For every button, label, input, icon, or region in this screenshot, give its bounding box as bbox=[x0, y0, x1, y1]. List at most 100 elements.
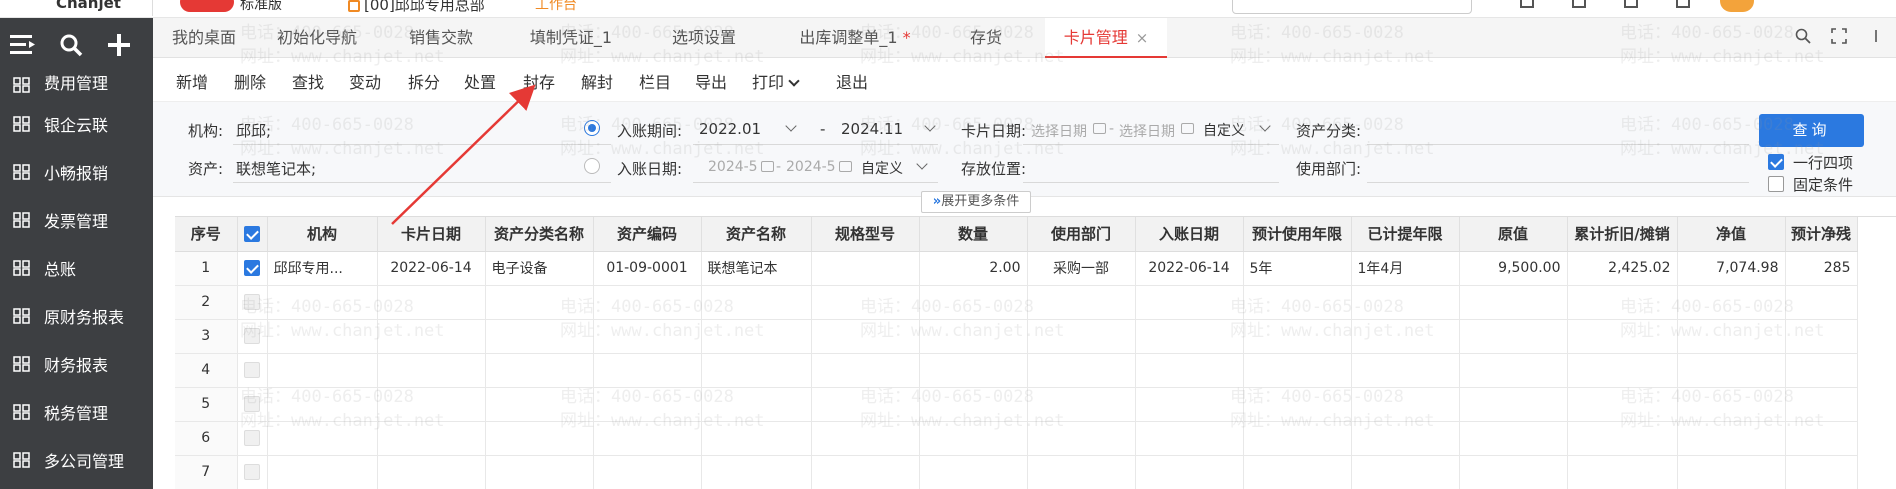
unseal-button[interactable]: 解封 bbox=[581, 69, 613, 93]
column-header[interactable]: 累计折旧/摊销 bbox=[1567, 217, 1678, 252]
row-select-cell[interactable] bbox=[237, 353, 268, 388]
search-icon[interactable] bbox=[1793, 28, 1813, 48]
table-row[interactable]: 5 bbox=[175, 387, 1858, 422]
search-icon[interactable] bbox=[56, 30, 86, 60]
row-select-cell[interactable] bbox=[237, 285, 268, 320]
column-header[interactable]: 净值 bbox=[1677, 217, 1786, 252]
column-header[interactable]: 预计使用年限 bbox=[1243, 217, 1352, 252]
tab-sales-payment[interactable]: 销售交款 bbox=[379, 18, 503, 58]
column-header[interactable]: 资产名称 bbox=[701, 217, 812, 252]
new-button[interactable]: 新增 bbox=[176, 69, 208, 93]
table-row[interactable]: 2 bbox=[175, 285, 1858, 320]
column-header[interactable]: 已计提年限 bbox=[1351, 217, 1460, 252]
settings-icon[interactable] bbox=[1624, 0, 1638, 8]
table-row[interactable]: 7 bbox=[175, 455, 1858, 489]
change-button[interactable]: 变动 bbox=[349, 69, 381, 93]
row-checkbox[interactable] bbox=[244, 396, 260, 412]
select-all-checkbox[interactable] bbox=[244, 226, 260, 243]
tab-options[interactable]: 选项设置 bbox=[639, 18, 769, 58]
query-button[interactable]: 查询 bbox=[1759, 114, 1864, 147]
category-field[interactable] bbox=[1367, 144, 1749, 145]
one-row-four-checkbox[interactable] bbox=[1768, 154, 1784, 170]
column-header[interactable]: 资产编码 bbox=[593, 217, 702, 252]
row-checkbox[interactable] bbox=[244, 294, 260, 310]
seal-button[interactable]: 封存 bbox=[523, 69, 555, 93]
avatar[interactable] bbox=[1720, 0, 1754, 12]
row-checkbox[interactable] bbox=[244, 464, 260, 480]
row-checkbox[interactable] bbox=[244, 430, 260, 446]
row-select-cell[interactable] bbox=[237, 421, 268, 456]
row-checkbox[interactable] bbox=[244, 362, 260, 378]
fixed-conditions-checkbox[interactable] bbox=[1768, 176, 1784, 192]
split-button[interactable]: 拆分 bbox=[408, 69, 440, 93]
column-header[interactable]: 预计净残 bbox=[1785, 217, 1858, 252]
period-from-select[interactable]: 2022.01 bbox=[699, 120, 761, 138]
row-select-cell[interactable] bbox=[237, 455, 268, 489]
row-select-cell[interactable] bbox=[237, 387, 268, 422]
asset-field[interactable]: 联想笔记本; bbox=[236, 158, 316, 179]
tab-init-nav[interactable]: 初始化导航 bbox=[255, 18, 379, 58]
columns-button[interactable]: 栏目 bbox=[639, 69, 671, 93]
column-header[interactable]: 原值 bbox=[1459, 217, 1568, 252]
org-field[interactable]: 邱邱; bbox=[236, 120, 271, 141]
card-date-to-input[interactable]: 选择日期 bbox=[1119, 121, 1175, 141]
exit-button[interactable]: 退出 bbox=[836, 69, 868, 93]
sidebar-item[interactable]: 多公司管理 bbox=[0, 436, 153, 484]
sidebar-item[interactable]: 总账 bbox=[0, 244, 153, 292]
entry-date-radio[interactable] bbox=[584, 158, 600, 174]
card-date-mode-select[interactable]: 自定义 bbox=[1203, 120, 1245, 140]
column-header[interactable]: 卡片日期 bbox=[377, 217, 486, 252]
close-icon[interactable]: × bbox=[1136, 29, 1149, 47]
table-row[interactable]: 3 bbox=[175, 319, 1858, 354]
sidebar-item[interactable]: 原财务报表 bbox=[0, 292, 153, 340]
row-checkbox[interactable] bbox=[244, 328, 260, 344]
tab-inventory[interactable]: 存货 bbox=[941, 18, 1031, 58]
column-header[interactable]: 规格型号 bbox=[811, 217, 920, 252]
sidebar-item[interactable]: 发票管理 bbox=[0, 196, 153, 244]
sidebar-item[interactable]: 费用管理 bbox=[0, 66, 153, 100]
workbench-link[interactable]: 工作台 bbox=[535, 0, 577, 14]
column-header[interactable] bbox=[237, 217, 268, 252]
tab-voucher[interactable]: 填制凭证_1 bbox=[503, 18, 639, 58]
tab-outbound-adjust[interactable]: 出库调整单_1 * bbox=[769, 18, 941, 58]
expand-conditions-button[interactable]: »展开更多条件 bbox=[921, 191, 1031, 213]
print-button[interactable]: 打印 bbox=[752, 69, 800, 93]
column-header[interactable]: 序号 bbox=[175, 217, 238, 252]
delete-button[interactable]: 删除 bbox=[234, 69, 266, 93]
column-header[interactable]: 使用部门 bbox=[1027, 217, 1136, 252]
column-header[interactable]: 机构 bbox=[267, 217, 378, 252]
row-select-cell[interactable] bbox=[237, 319, 268, 354]
table-row[interactable]: 6 bbox=[175, 421, 1858, 456]
calendar-icon[interactable] bbox=[1093, 123, 1106, 134]
calendar-icon[interactable] bbox=[1181, 123, 1194, 134]
column-header[interactable]: 入账日期 bbox=[1135, 217, 1244, 252]
export-button[interactable]: 导出 bbox=[695, 69, 727, 93]
user-icon[interactable] bbox=[1520, 0, 1534, 8]
more-icon[interactable] bbox=[1869, 28, 1889, 48]
location-field[interactable] bbox=[1023, 182, 1279, 183]
table-row[interactable]: 1 邱邱专用... 2022-06-14 电子设备 01-09-0001 联想笔记本 2.0… bbox=[175, 251, 1858, 286]
account-selector[interactable]: [00]邱邱专用总部 bbox=[348, 0, 485, 15]
column-header[interactable]: 资产分类名称 bbox=[485, 217, 594, 252]
fullscreen-icon[interactable] bbox=[1829, 28, 1849, 48]
tab-desktop[interactable]: 我的桌面 bbox=[153, 18, 255, 58]
sidebar-item[interactable]: 财务报表 bbox=[0, 340, 153, 388]
row-select-cell[interactable] bbox=[237, 251, 268, 286]
dept-field[interactable] bbox=[1367, 182, 1749, 183]
global-search-input[interactable] bbox=[1232, 0, 1472, 14]
help-icon[interactable] bbox=[1676, 0, 1690, 8]
message-icon[interactable] bbox=[1572, 0, 1586, 8]
sidebar-item[interactable]: 小畅报销 bbox=[0, 148, 153, 196]
period-radio[interactable] bbox=[584, 120, 600, 136]
add-icon[interactable] bbox=[104, 30, 134, 60]
column-header[interactable]: 数量 bbox=[919, 217, 1028, 252]
tab-card-management[interactable]: 卡片管理 × bbox=[1045, 18, 1167, 58]
card-date-from-input[interactable]: 选择日期 bbox=[1031, 121, 1087, 141]
period-to-select[interactable]: 2024.11 bbox=[841, 120, 903, 138]
row-checkbox[interactable] bbox=[244, 260, 260, 276]
sidebar-item[interactable]: 银企云联 bbox=[0, 100, 153, 148]
table-row[interactable]: 4 bbox=[175, 353, 1858, 388]
find-button[interactable]: 查找 bbox=[292, 69, 324, 93]
sidebar-item[interactable]: 税务管理 bbox=[0, 388, 153, 436]
menu-collapse-icon[interactable] bbox=[8, 30, 38, 60]
